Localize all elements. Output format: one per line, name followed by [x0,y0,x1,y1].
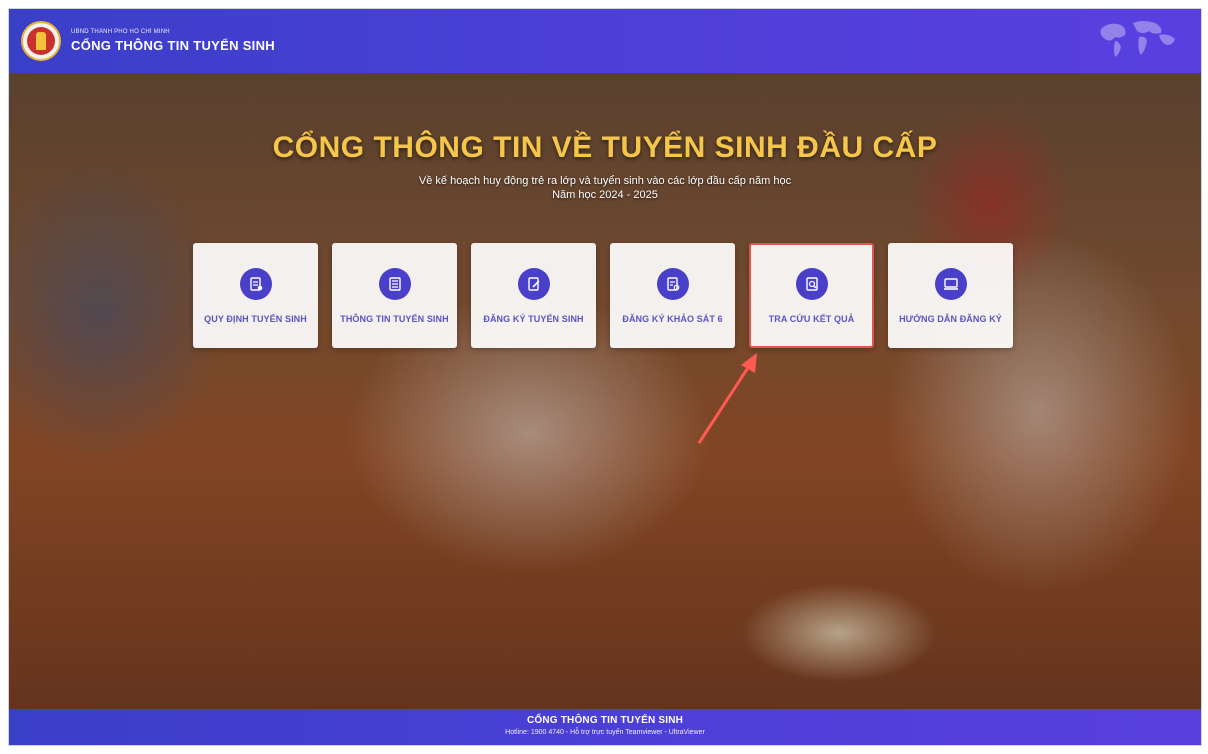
hero-photo-overlay [9,73,1201,711]
page-frame: UBND THÀNH PHỐ HỒ CHÍ MINH CỔNG THÔNG TI… [8,8,1202,746]
world-map-icon [1100,21,1175,57]
brand-subtitle: UBND THÀNH PHỐ HỒ CHÍ MINH [71,29,170,35]
hero-description-line1: Về kế hoạch huy động trẻ ra lớp và tuyển… [418,175,792,187]
card-dang-ky-tuyen-sinh[interactable]: ĐĂNG KÝ TUYỂN SINH [471,243,596,348]
site-logo[interactable] [21,21,61,61]
emblem-icon [27,27,55,55]
site-footer: CỔNG THÔNG TIN TUYỂN SINH Hotline: 1900 … [9,709,1201,745]
regulation-icon [239,267,272,300]
brand[interactable]: UBND THÀNH PHỐ HỒ CHÍ MINH CỔNG THÔNG TI… [71,29,275,53]
guide-icon [934,267,967,300]
survey-icon [656,267,689,300]
card-huong-dan-dang-ky[interactable]: HƯỚNG DẪN ĐĂNG KÝ [888,243,1013,348]
card-tra-cuu-ket-qua[interactable]: TRA CỨU KẾT QUẢ [749,243,874,348]
card-label: ĐĂNG KÝ TUYỂN SINH [483,313,584,324]
card-label: THÔNG TIN TUYỂN SINH [340,313,449,324]
card-label: HƯỚNG DẪN ĐĂNG KÝ [899,313,1002,324]
card-label: TRA CỨU KẾT QUẢ [768,313,855,324]
footer-subtitle: Hotline: 1900 4740 - Hỗ trợ trực tuyến T… [505,729,705,736]
info-list-icon [378,267,411,300]
hero-description-line2: Năm học 2024 - 2025 [552,189,658,201]
card-label: ĐĂNG KÝ KHẢO SÁT 6 [622,313,723,324]
hero-title: CỔNG THÔNG TIN VỀ TUYỂN SINH ĐẦU CẤP [272,131,938,164]
card-thong-tin-tuyen-sinh[interactable]: THÔNG TIN TUYỂN SINH [332,243,457,348]
menu-cards: QUY ĐỊNH TUYỂN SINH THÔNG TIN TUYỂN SINH… [193,243,1013,348]
site-header: UBND THÀNH PHỐ HỒ CHÍ MINH CỔNG THÔNG TI… [9,9,1201,73]
hero-description: Về kế hoạch huy động trẻ ra lớp và tuyển… [9,174,1201,202]
brand-title: CỔNG THÔNG TIN TUYỂN SINH [71,38,275,53]
annotation-arrow-icon [697,353,757,444]
card-label: QUY ĐỊNH TUYỂN SINH [204,313,307,324]
search-result-icon [795,267,828,300]
card-dang-ky-khao-sat-6[interactable]: ĐĂNG KÝ KHẢO SÁT 6 [610,243,735,348]
footer-title: CỔNG THÔNG TIN TUYỂN SINH [526,715,684,726]
hero-banner: CỔNG THÔNG TIN VỀ TUYỂN SINH ĐẦU CẤP Về … [9,73,1201,711]
card-quy-dinh-tuyen-sinh[interactable]: QUY ĐỊNH TUYỂN SINH [193,243,318,348]
register-icon [517,267,550,300]
